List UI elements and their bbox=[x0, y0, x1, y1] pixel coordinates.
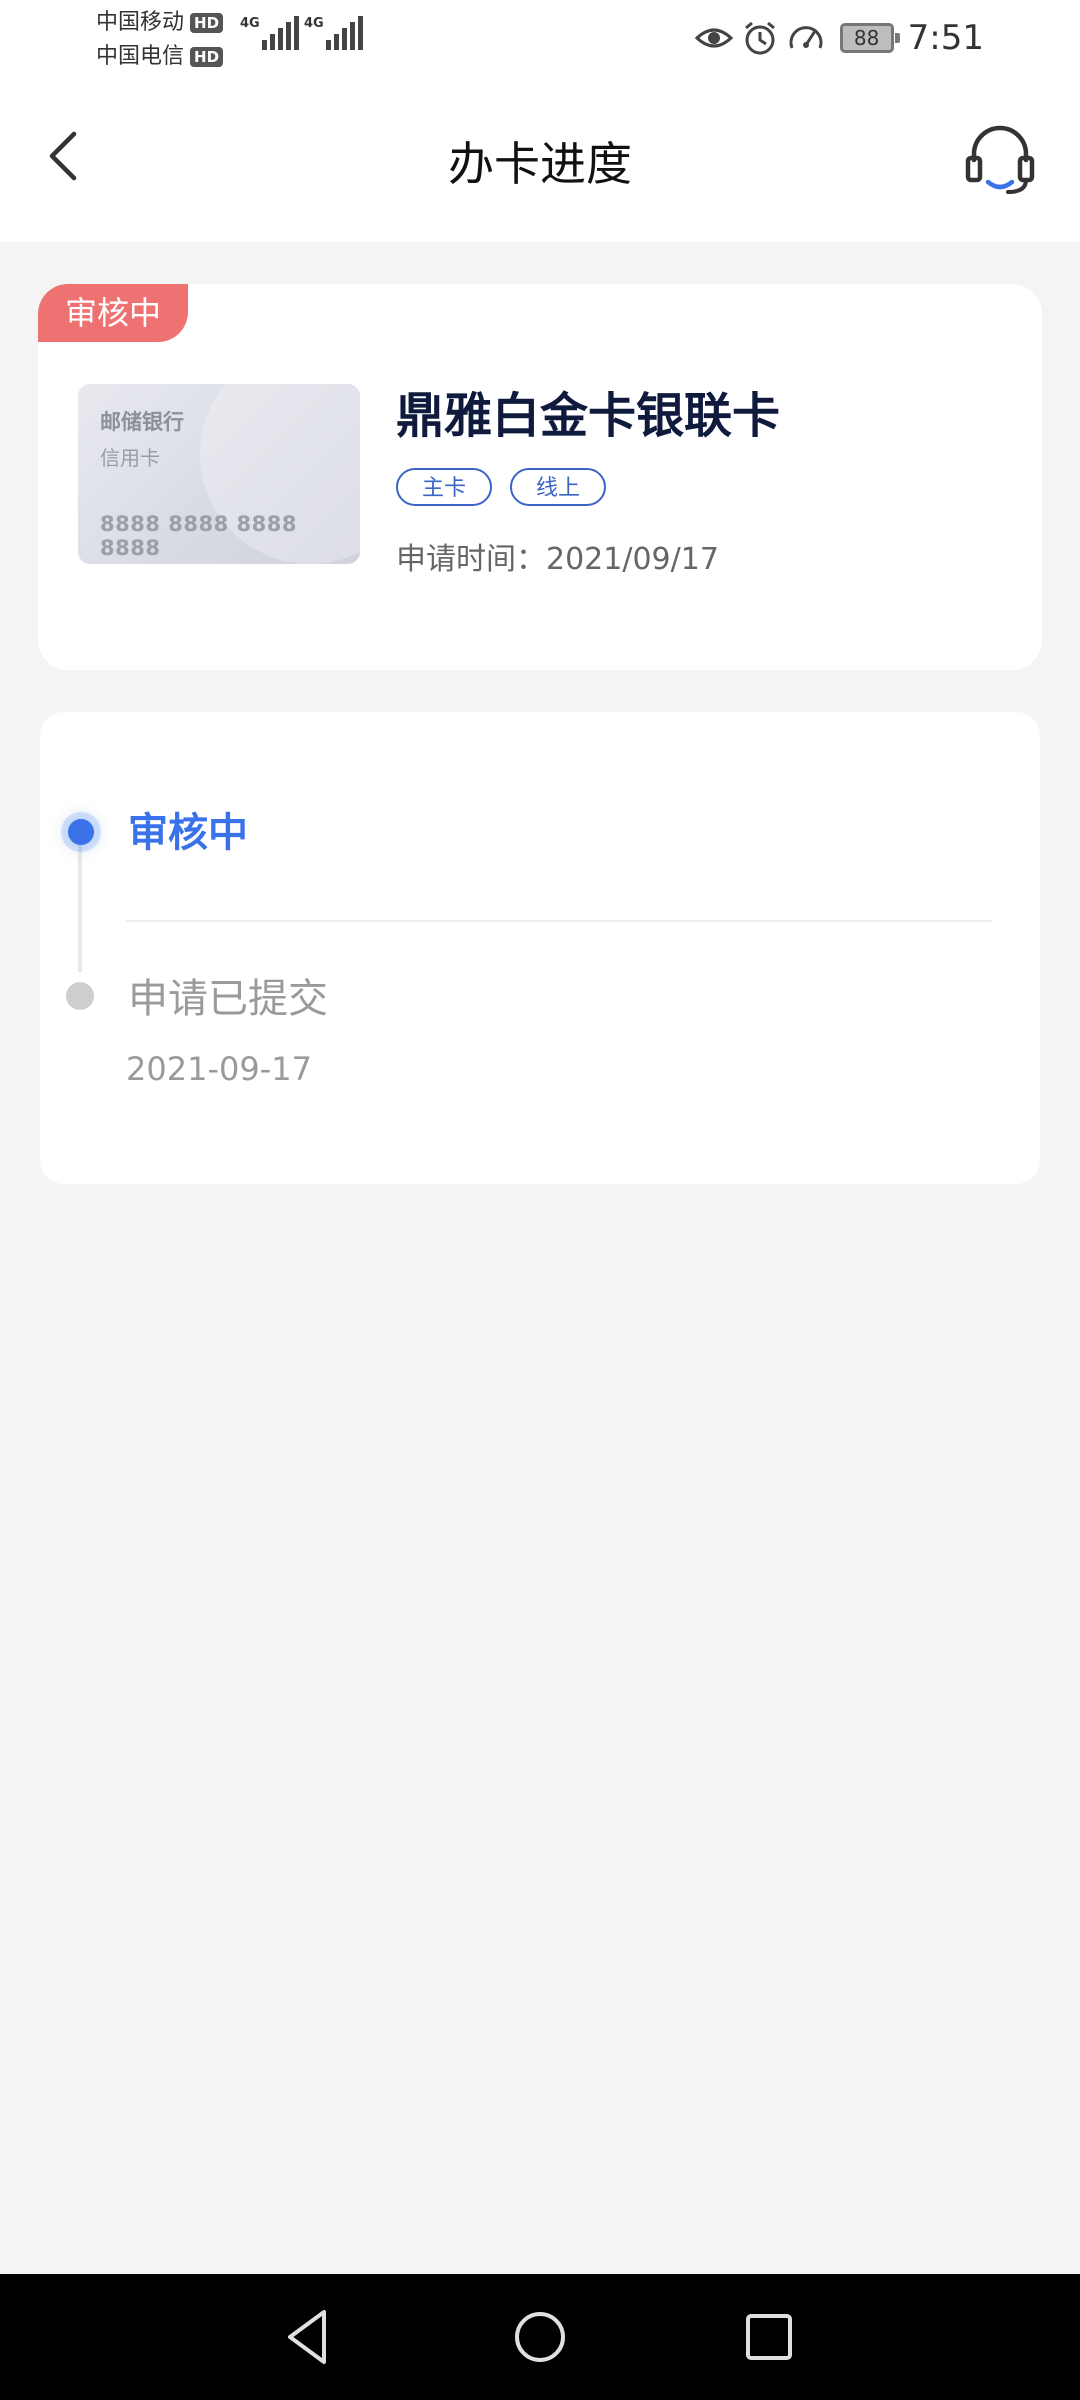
headset-icon[interactable] bbox=[960, 118, 1040, 198]
progress-panel: 审核中 申请已提交 2021-09-17 bbox=[40, 712, 1040, 1184]
tag-main-card: 主卡 bbox=[396, 468, 493, 506]
screen: 中国移动 HD 中国电信 HD 4G 4G 88 7:51 办卡进度 审核中 邮… bbox=[0, 0, 1080, 2400]
signal-strength-1: 4G bbox=[240, 16, 302, 50]
status-icons: 88 7:51 bbox=[688, 18, 984, 58]
battery-level: 88 bbox=[853, 26, 880, 50]
status-bar: 中国移动 HD 中国电信 HD 4G 4G 88 7:51 bbox=[0, 0, 1080, 80]
divider bbox=[126, 920, 992, 922]
status-badge: 审核中 bbox=[38, 284, 188, 342]
step-current-label: 审核中 bbox=[128, 810, 248, 856]
hd-badge: HD bbox=[190, 13, 224, 33]
card-name: 鼎雅白金卡银联卡 bbox=[396, 388, 781, 444]
card-type: 信用卡 bbox=[100, 446, 160, 470]
step-submitted-label: 申请已提交 bbox=[128, 976, 328, 1022]
hd-badge: HD bbox=[190, 47, 224, 67]
card-info-panel[interactable]: 审核中 邮储银行 信用卡 8888 8888 8888 8888 鼎雅白金卡银联… bbox=[38, 284, 1042, 670]
step-submitted-date: 2021-09-17 bbox=[126, 1050, 312, 1088]
battery-icon: 88 bbox=[839, 23, 900, 53]
page-title: 办卡进度 bbox=[448, 137, 632, 191]
speedometer-icon bbox=[789, 26, 823, 49]
alarm-icon bbox=[744, 21, 775, 55]
network-type-label: 4G bbox=[240, 16, 260, 31]
network-type-label: 4G bbox=[304, 16, 324, 31]
tag-online: 线上 bbox=[510, 468, 607, 506]
card-image: 邮储银行 信用卡 8888 8888 8888 8888 bbox=[78, 384, 360, 564]
carrier-row: 中国移动 HD bbox=[96, 6, 224, 40]
card-number: 8888 8888 8888 8888 bbox=[100, 512, 297, 560]
apply-time: 申请时间：2021/09/17 bbox=[396, 542, 719, 577]
timeline-line bbox=[78, 832, 82, 972]
card-tags: 主卡 线上 bbox=[396, 468, 624, 506]
carrier-list: 中国移动 HD 中国电信 HD bbox=[96, 6, 224, 74]
timeline-dot-done bbox=[66, 982, 94, 1010]
card-bank-name: 邮储银行 bbox=[100, 410, 184, 434]
eye-icon bbox=[694, 28, 733, 48]
carrier-row: 中国电信 HD bbox=[96, 40, 224, 74]
header: 办卡进度 bbox=[0, 100, 1080, 220]
system-nav-bar bbox=[0, 2274, 1080, 2400]
carrier-name: 中国移动 bbox=[96, 10, 185, 35]
signal-bars-icon bbox=[325, 16, 366, 50]
recents-square-icon[interactable] bbox=[736, 2304, 802, 2370]
timeline-dot-current bbox=[68, 819, 94, 845]
signal-strength-2: 4G bbox=[304, 16, 366, 50]
back-triangle-icon[interactable] bbox=[276, 2304, 342, 2370]
top-area: 中国移动 HD 中国电信 HD 4G 4G 88 7:51 办卡进度 bbox=[0, 0, 1080, 242]
carrier-name: 中国电信 bbox=[96, 44, 185, 69]
signal-bars-icon bbox=[261, 16, 302, 50]
home-circle-icon[interactable] bbox=[507, 2304, 573, 2370]
clock: 7:51 bbox=[907, 18, 984, 58]
